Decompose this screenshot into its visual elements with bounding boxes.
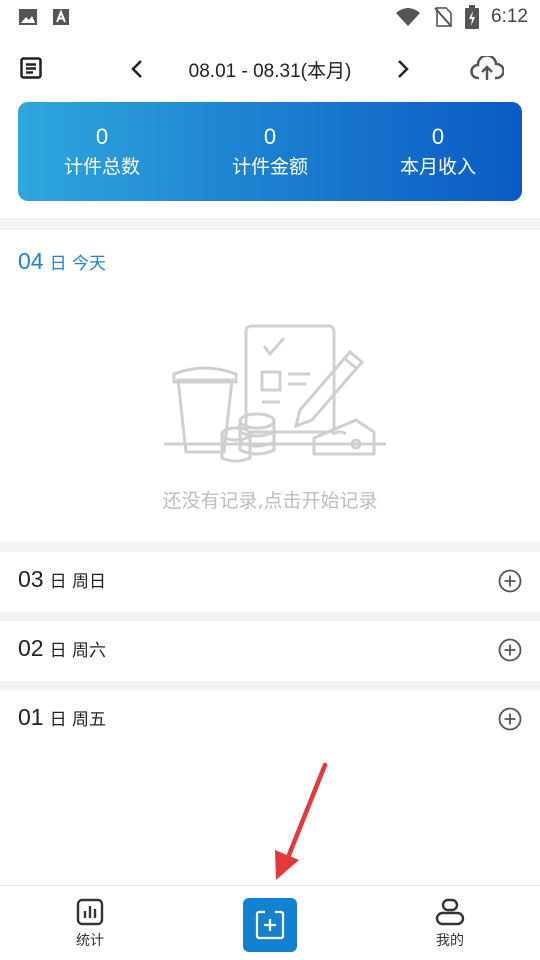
- status-bar: 6:12: [0, 0, 540, 36]
- day-row[interactable]: 03 日 周日: [0, 552, 540, 612]
- day-number: 02: [18, 635, 44, 661]
- add-record-button[interactable]: [243, 898, 297, 952]
- piece-amount-value: 0: [263, 123, 277, 149]
- nav-tab-me[interactable]: 我的: [410, 898, 490, 950]
- summary-month-income: 0 本月收入: [354, 102, 522, 201]
- day-row[interactable]: 01 日 周五: [0, 690, 540, 750]
- add-circle-icon[interactable]: [498, 707, 522, 731]
- nav-tab-stats[interactable]: 统计: [50, 898, 130, 950]
- month-income-value: 0: [431, 123, 445, 149]
- piece-count-label: 计件总数: [63, 155, 140, 178]
- font-a-icon: [53, 9, 69, 25]
- no-sim-icon: [434, 7, 453, 27]
- header-bar: 08.01 - 08.31(本月): [0, 46, 540, 92]
- add-circle-icon[interactable]: [498, 569, 522, 593]
- cloud-upload-icon[interactable]: [470, 56, 504, 82]
- bar-chart-icon: [76, 898, 104, 926]
- red-arrow-annotation: [275, 762, 328, 880]
- chevron-left-icon[interactable]: [130, 59, 144, 79]
- summary-piece-amount: 0 计件金额: [186, 102, 354, 201]
- date-range-label[interactable]: 08.01 - 08.31(本月): [189, 56, 352, 83]
- summary-piece-count: 0 计件总数: [18, 102, 186, 201]
- day-number: 03: [18, 566, 44, 592]
- wifi-icon: [396, 8, 421, 26]
- nav-tab-stats-label: 统计: [76, 933, 104, 949]
- chevron-right-icon[interactable]: [396, 59, 410, 79]
- day-number: 01: [18, 704, 44, 730]
- nav-tab-me-label: 我的: [436, 933, 464, 949]
- empty-records-message[interactable]: 还没有记录,点击开始记录: [0, 486, 540, 513]
- day-suffix: 日 周六: [49, 641, 106, 661]
- user-icon: [435, 898, 465, 926]
- empty-records-illustration: [164, 324, 386, 463]
- monthly-summary-card: 0 计件总数 0 计件金额 0 本月收入: [18, 102, 522, 201]
- list-icon[interactable]: [20, 57, 42, 79]
- today-day-number: 04: [18, 248, 44, 274]
- app-screen: 6:12 08.01 - 08.31(本月) 0 计件总数 0 计件金额 0 本…: [0, 0, 540, 960]
- add-circle-icon[interactable]: [498, 638, 522, 662]
- status-time: 6:12: [491, 6, 528, 27]
- piece-amount-label: 计件金额: [231, 155, 308, 178]
- bottom-nav-bar: 统计 我的: [0, 885, 540, 960]
- section-divider: [0, 218, 540, 230]
- add-record-icon: [255, 910, 285, 940]
- section-divider: [0, 612, 540, 621]
- section-divider: [0, 681, 540, 690]
- battery-charging-icon: [465, 5, 480, 29]
- image-icon: [19, 9, 37, 25]
- piece-count-value: 0: [95, 123, 109, 149]
- section-divider: [0, 542, 540, 552]
- day-suffix: 日 周五: [49, 710, 106, 730]
- month-income-label: 本月收入: [399, 155, 476, 178]
- day-suffix: 日 周日: [49, 572, 106, 592]
- today-day-suffix: 日 今天: [49, 254, 106, 274]
- today-header: 04 日 今天: [18, 248, 106, 275]
- day-row[interactable]: 02 日 周六: [0, 621, 540, 681]
